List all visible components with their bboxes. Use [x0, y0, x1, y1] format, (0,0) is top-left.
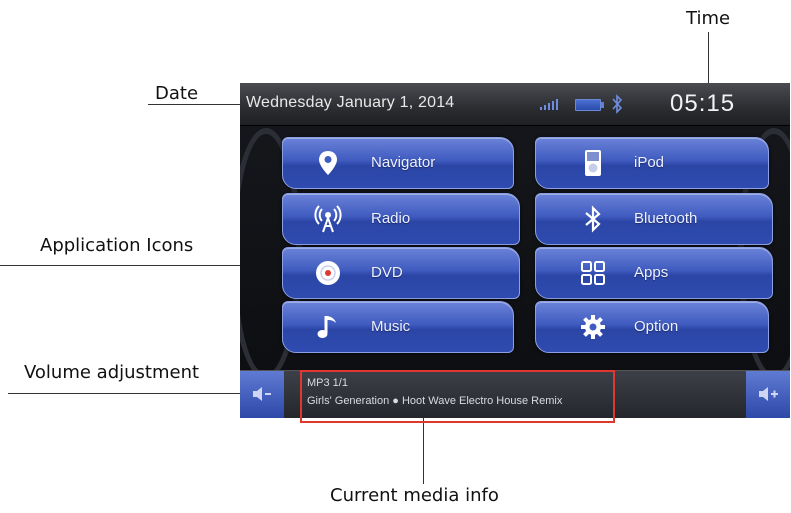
- media-callout-label: Current media info: [330, 485, 499, 506]
- status-bar: Wednesday January 1, 2014 05:15: [240, 83, 790, 126]
- apps-grid-icon: [581, 261, 605, 285]
- app-tile-ipod[interactable]: iPod: [535, 137, 769, 189]
- app-tile-radio[interactable]: Radio: [282, 193, 520, 245]
- app-label-apps: Apps: [634, 264, 669, 281]
- signal-strength-icon: [540, 99, 558, 110]
- speaker-minus-icon: [253, 387, 271, 401]
- bluetooth-icon: [585, 205, 601, 233]
- app-tile-bluetooth[interactable]: Bluetooth: [535, 193, 773, 245]
- app-tile-apps[interactable]: Apps: [535, 247, 773, 299]
- bluetooth-status-icon: [612, 94, 623, 114]
- time-callout-label: Time: [686, 8, 731, 29]
- app-label-option: Option: [634, 318, 679, 335]
- app-tile-option[interactable]: Option: [535, 301, 769, 353]
- disc-icon: [316, 261, 340, 285]
- ipod-icon: [585, 150, 601, 176]
- volume-up-button[interactable]: [746, 371, 790, 418]
- app-label-navigator: Navigator: [371, 154, 436, 171]
- app-tile-dvd[interactable]: DVD: [282, 247, 520, 299]
- radio-antenna-icon: [314, 205, 342, 233]
- date-display: Wednesday January 1, 2014: [246, 94, 455, 111]
- clock-display: 05:15: [670, 90, 736, 117]
- app-icons-callout-label: Application Icons: [40, 235, 194, 256]
- app-tile-music[interactable]: Music: [282, 301, 514, 353]
- head-unit-screen: Wednesday January 1, 2014 05:15 Navigato…: [240, 83, 790, 418]
- app-label-ipod: iPod: [634, 154, 665, 171]
- app-tile-navigator[interactable]: Navigator: [282, 137, 514, 189]
- volume-down-button[interactable]: [240, 371, 284, 418]
- date-callout-label: Date: [155, 83, 199, 104]
- media-info-highlight-box: [300, 370, 615, 423]
- app-label-bluetooth: Bluetooth: [634, 210, 698, 227]
- gear-icon: [581, 315, 605, 339]
- speaker-plus-icon: [759, 387, 778, 401]
- app-label-music: Music: [371, 318, 411, 335]
- battery-icon: [575, 99, 604, 111]
- volume-callout-label: Volume adjustment: [24, 362, 200, 383]
- app-label-radio: Radio: [371, 210, 411, 227]
- app-label-dvd: DVD: [371, 264, 403, 281]
- date-leader-line: [148, 104, 251, 105]
- volume-leader-line: [8, 393, 268, 394]
- music-note-icon: [317, 316, 336, 338]
- location-pin-icon: [319, 151, 337, 175]
